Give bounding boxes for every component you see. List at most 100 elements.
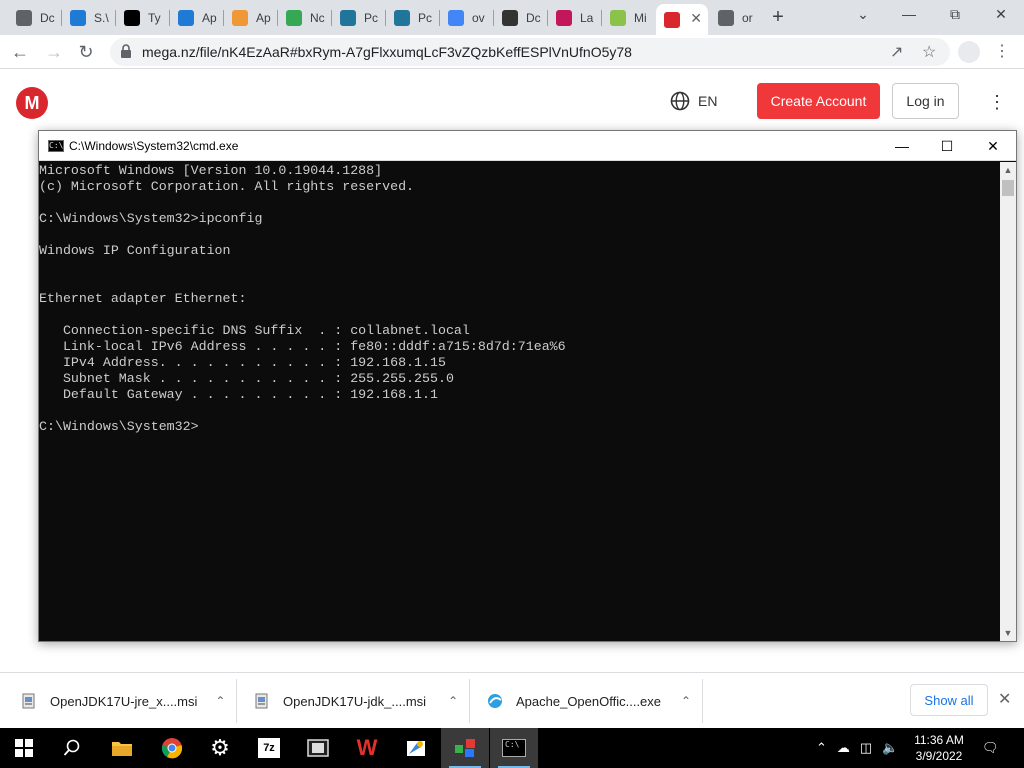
mega-logo[interactable]: M [16, 87, 48, 119]
tab-search-icon[interactable]: ⌄ [843, 6, 883, 23]
cmd-close-button[interactable]: ✕ [978, 135, 1008, 157]
console-output[interactable]: Microsoft Windows [Version 10.0.19044.12… [39, 162, 999, 641]
chevron-up-icon[interactable]: ⌃ [215, 694, 225, 708]
browser-toolbar: ← → ↻ mega.nz/file/nK4EzAaR#bxRym-A7gFlx… [0, 35, 1024, 69]
taskbar-paint-app[interactable] [392, 728, 440, 768]
new-tab-button[interactable]: + [766, 6, 790, 29]
browser-tab[interactable]: La [548, 4, 600, 32]
taskbar-file-explorer[interactable] [98, 728, 146, 768]
browser-tab[interactable]: Mi [602, 4, 654, 32]
notification-center-icon[interactable]: 🗨 [982, 728, 999, 768]
restore-browser-button[interactable]: ⧉ [935, 6, 975, 23]
address-bar[interactable]: mega.nz/file/nK4EzAaR#bxRym-A7gFlxxumqLc… [110, 38, 950, 66]
cmd-minimize-button[interactable]: — [887, 135, 917, 157]
share-icon[interactable]: ↗ [890, 42, 903, 62]
download-filename: OpenJDK17U-jre_x....msi [50, 693, 198, 709]
console-line: Link-local IPv6 Address . . . . . : fe80… [39, 339, 566, 354]
cmd-icon: C:\ [502, 739, 526, 757]
tab-label: Mi [634, 11, 647, 25]
chrome-icon [16, 10, 32, 26]
globe-icon [670, 91, 690, 111]
system-tray: ⌃ ☁ ◫ 🔈 [816, 728, 898, 768]
wordpress-icon [394, 10, 410, 26]
console-line: C:\Windows\System32> [39, 419, 199, 434]
cmd-window[interactable]: C:\ C:\Windows\System32\cmd.exe — ☐ ✕ Mi… [38, 130, 1017, 642]
forward-button[interactable]: → [42, 41, 66, 63]
download-item[interactable]: OpenJDK17U-jre_x....msi ⌃ [20, 677, 225, 725]
back-button[interactable]: ← [8, 41, 32, 63]
volume-icon[interactable]: 🔈 [882, 740, 898, 756]
paint-icon [407, 741, 425, 756]
browser-tab[interactable]: Nc [278, 4, 330, 32]
url-text[interactable]: mega.nz/file/nK4EzAaR#bxRym-A7gFlxxumqLc… [142, 44, 632, 60]
scroll-down-arrow-icon[interactable]: ▼ [1000, 625, 1016, 641]
tab-label: Ap [202, 11, 217, 25]
onedrive-cloud-icon[interactable]: ☁ [837, 740, 850, 756]
chevron-up-icon[interactable]: ⌃ [681, 694, 691, 708]
chevron-up-icon[interactable]: ⌃ [816, 740, 827, 756]
language-selector[interactable]: EN [670, 91, 717, 111]
reload-button[interactable]: ↻ [74, 41, 98, 63]
taskbar-app-green[interactable] [441, 728, 489, 768]
download-item[interactable]: Apache_OpenOffic....exe ⌃ [486, 677, 691, 725]
google-icon [448, 10, 464, 26]
wordpress-icon [340, 10, 356, 26]
typora-icon [124, 10, 140, 26]
download-item[interactable]: OpenJDK17U-jdk_....msi ⌃ [253, 677, 458, 725]
browser-tab[interactable]: or [710, 4, 762, 32]
create-account-button[interactable]: Create Account [757, 83, 880, 119]
cmd-maximize-button[interactable]: ☐ [932, 135, 962, 157]
cmd-title-bar[interactable]: C:\ C:\Windows\System32\cmd.exe — ☐ ✕ [39, 131, 1016, 161]
profile-avatar-icon[interactable] [958, 41, 980, 63]
taskbar-media-app[interactable] [294, 728, 342, 768]
browser-tab[interactable]: Pc [332, 4, 384, 32]
edge-icon [70, 10, 86, 26]
bookmark-star-icon[interactable]: ☆ [922, 42, 936, 62]
browser-tab[interactable]: Pc [386, 4, 438, 32]
network-icon[interactable]: ◫ [860, 740, 872, 756]
start-button[interactable] [0, 728, 48, 768]
tab-label: Nc [310, 11, 325, 25]
browser-tab[interactable]: S.\ [62, 4, 114, 32]
tab-separator [385, 10, 386, 26]
show-all-downloads-button[interactable]: Show all [910, 684, 988, 716]
close-shelf-icon[interactable]: ✕ [998, 689, 1011, 709]
taskbar-clock[interactable]: 11:36 AM 3/9/2022 [900, 732, 978, 764]
browser-tab[interactable]: Ap [224, 4, 276, 32]
close-tab-icon[interactable]: ✕ [690, 10, 702, 27]
scroll-up-arrow-icon[interactable]: ▲ [1000, 162, 1016, 178]
tab-separator [277, 10, 278, 26]
chevron-up-icon[interactable]: ⌃ [448, 694, 458, 708]
browser-tab[interactable]: Ty [116, 4, 168, 32]
taskbar-wps-office[interactable]: W [343, 728, 391, 768]
browser-tab[interactable]: Dc [8, 4, 60, 32]
msi-installer-icon [22, 693, 35, 709]
search-button[interactable] [48, 728, 96, 768]
taskbar-command-prompt[interactable]: C:\ [490, 728, 538, 768]
login-button[interactable]: Log in [892, 83, 959, 119]
tab-label: La [580, 11, 594, 25]
taskbar-7zip[interactable]: 7z [245, 728, 293, 768]
browser-menu-icon[interactable]: ⋮ [994, 41, 1010, 61]
7zip-icon: 7z [258, 738, 280, 758]
scrollbar-thumb[interactable] [1002, 180, 1014, 196]
browser-tab[interactable]: Dc [494, 4, 546, 32]
browser-tab[interactable]: Ap [170, 4, 222, 32]
minimize-browser-button[interactable]: — [889, 6, 929, 22]
tab-label: or [742, 11, 753, 25]
taskbar-chrome[interactable] [148, 728, 196, 768]
tab-label: Pc [418, 11, 433, 25]
browser-tab[interactable]: ✕ [656, 4, 708, 35]
folder-icon [112, 742, 132, 756]
lock-icon[interactable] [120, 44, 132, 58]
mega-menu-icon[interactable]: ⋮ [988, 92, 1006, 113]
taskbar-settings[interactable]: ⚙ [196, 728, 244, 768]
close-browser-button[interactable]: ✕ [981, 6, 1021, 23]
clock-date: 3/9/2022 [915, 749, 963, 763]
cmd-scrollbar[interactable]: ▲ ▼ [1000, 162, 1016, 641]
browser-tab[interactable]: ov [440, 4, 492, 32]
